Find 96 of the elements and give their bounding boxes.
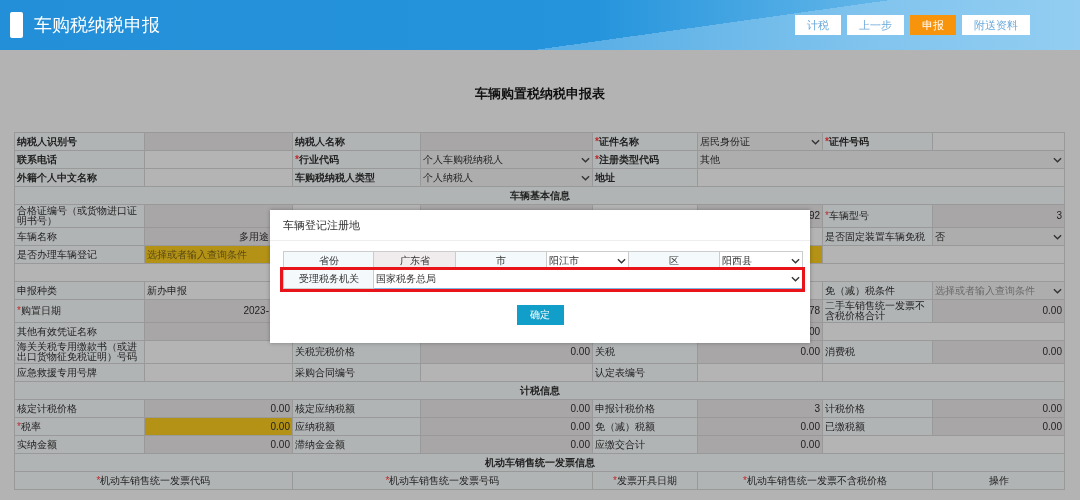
field-label: 免（减）税条件 — [825, 285, 895, 296]
column-header: 机动车销售统一发票代码 — [100, 475, 211, 486]
logo-icon — [10, 12, 23, 38]
field-label: 申报种类 — [17, 285, 57, 296]
dialog-title: 车辆登记注册地 — [270, 210, 810, 241]
field-label: 免（减）税额 — [595, 421, 655, 432]
table-cell: 0.00 — [933, 300, 1065, 323]
chevron-down-icon — [581, 174, 590, 181]
field-label: 市 — [496, 255, 506, 266]
field-label: 核定应纳税额 — [295, 403, 355, 414]
dropdown[interactable]: 国家税务总局 — [374, 270, 803, 289]
field-label: 纳税人识别号 — [17, 136, 77, 147]
table-cell: 0.00 — [145, 436, 293, 454]
dropdown[interactable]: 否 — [933, 228, 1065, 246]
dropdown[interactable]: 个人车购税纳税人 — [421, 151, 593, 169]
dropdown[interactable]: 其他 — [698, 151, 1065, 169]
required-mark: * — [17, 421, 21, 432]
required-mark: * — [96, 475, 101, 486]
field-label: 二手车销售统一发票不含税价格合计 — [825, 301, 926, 321]
field-label: 联系电话 — [17, 154, 57, 165]
field-label: 省份 — [318, 255, 339, 266]
required-mark: * — [595, 154, 599, 165]
field-label: 采购合同编号 — [295, 367, 355, 378]
field-label: 车辆型号 — [828, 211, 869, 221]
field-label: 是否办理车辆登记 — [17, 249, 97, 260]
field-label: 合格证编号（或货物进口证明书号） — [17, 206, 138, 226]
column-header: 机动车销售统一发票不含税价格 — [746, 475, 887, 486]
field-label: 区 — [669, 255, 679, 266]
field-label: 地址 — [595, 172, 615, 183]
table-cell: 3 — [933, 205, 1065, 228]
table-cell: 0.00 — [698, 341, 823, 364]
field-label: 车辆名称 — [17, 231, 57, 242]
column-header: 机动车销售统一发票号码 — [389, 475, 500, 486]
field-label: 实纳金额 — [17, 439, 57, 450]
field-label: 证件号码 — [828, 136, 869, 147]
field-label: 其他有效凭证名称 — [17, 326, 97, 337]
field-label: 应急救援专用号牌 — [17, 367, 97, 378]
column-header: 操作 — [988, 475, 1009, 486]
chevron-down-icon — [1053, 233, 1062, 240]
table-cell: 3 — [698, 400, 823, 418]
required-mark: * — [613, 475, 617, 486]
field-label: 证件名称 — [598, 136, 639, 147]
field-label: 已缴税额 — [825, 421, 865, 432]
field-label: 关税 — [595, 347, 615, 357]
field-label: 税率 — [20, 421, 41, 432]
dropdown[interactable]: 居民身份证 — [698, 133, 823, 151]
required-mark: * — [595, 136, 599, 147]
table-cell: 0.00 — [933, 400, 1065, 418]
chevron-down-icon — [1053, 156, 1062, 163]
required-mark: * — [295, 154, 299, 165]
chevron-down-icon — [791, 276, 800, 282]
section-header: 计税信息 — [15, 382, 1065, 400]
field-label: 滞纳金金额 — [295, 439, 345, 450]
field-label: 外籍个人中文名称 — [17, 172, 97, 183]
field-label: 车购税纳税人类型 — [295, 172, 375, 183]
chevron-down-icon — [1053, 287, 1062, 294]
field-label: 受理税务机关 — [298, 274, 359, 284]
field-label: 购置日期 — [20, 306, 61, 316]
field-label: 注册类型代码 — [598, 154, 659, 165]
field-label: 消费税 — [825, 347, 855, 357]
field-label: 申报计税价格 — [595, 403, 655, 414]
table-cell: 0.00 — [421, 418, 593, 436]
table-cell: 0.00 — [933, 418, 1065, 436]
field-label: 认定表编号 — [595, 367, 645, 378]
field-label: 关税完税价格 — [295, 347, 355, 357]
field-label: 海关关税专用缴款书（或进出口货物征免税证明）号码 — [17, 342, 138, 362]
table-cell: 0.00 — [145, 418, 293, 436]
section-header: 车辆基本信息 — [15, 187, 1065, 205]
table-cell: 0.00 — [933, 341, 1065, 364]
field-label: 计税价格 — [825, 403, 865, 414]
chevron-down-icon — [581, 156, 590, 163]
required-mark: * — [743, 475, 747, 486]
table-cell: 0.00 — [421, 436, 593, 454]
required-mark: * — [825, 211, 829, 221]
required-mark: * — [825, 136, 829, 147]
table-cell: 0.00 — [421, 400, 593, 418]
field-label: 核定计税价格 — [17, 403, 77, 414]
column-header: 发票开具日期 — [616, 475, 677, 486]
field-label: 是否固定装置车辆免税 — [825, 231, 925, 242]
chevron-down-icon — [791, 257, 800, 264]
table-cell: 0.00 — [145, 400, 293, 418]
field-label: 纳税人名称 — [295, 136, 345, 147]
dropdown[interactable]: 个人纳税人 — [421, 169, 593, 187]
field-label: 行业代码 — [298, 154, 339, 165]
required-mark: * — [17, 306, 21, 316]
section-header: 机动车销售统一发票信息 — [15, 454, 1065, 472]
table-cell: 0.00 — [421, 341, 593, 364]
field-label: 应纳税额 — [295, 421, 335, 432]
app-title: 车购税纳税申报 — [34, 14, 161, 37]
required-mark: * — [385, 475, 390, 486]
chevron-down-icon — [811, 138, 820, 145]
chevron-down-icon — [617, 257, 626, 264]
table-cell: 0.00 — [698, 418, 823, 436]
field-label: 应缴交合计 — [595, 439, 645, 450]
form-title: 车辆购置税纳税申报表 — [474, 85, 606, 103]
table-cell: 0.00 — [698, 436, 823, 454]
